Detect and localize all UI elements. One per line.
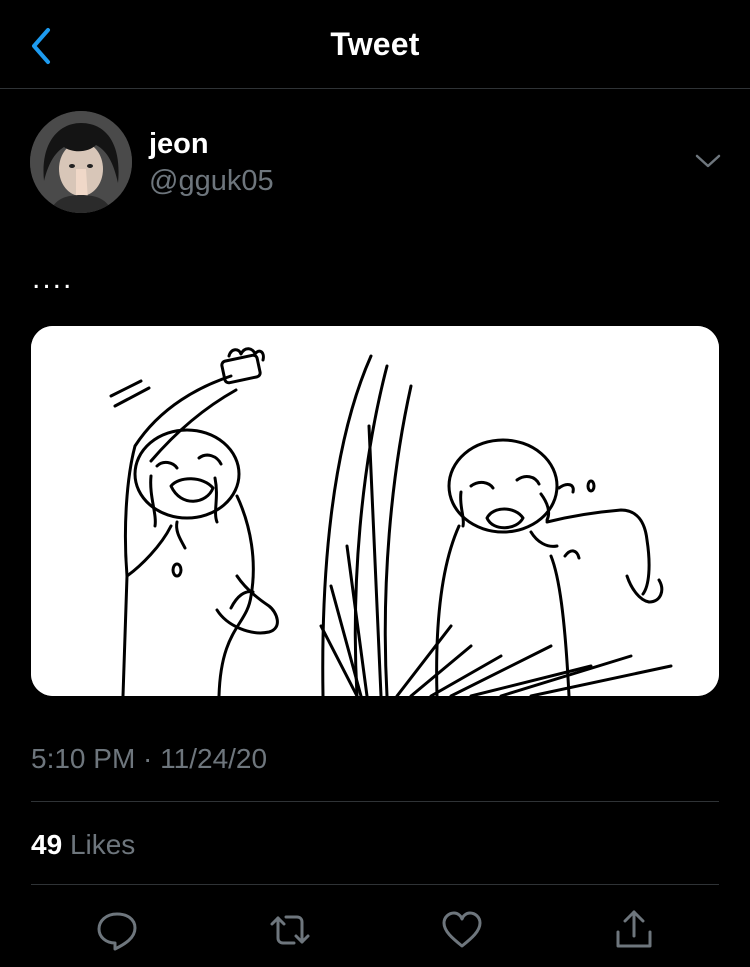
likes-count: 49 <box>31 829 63 860</box>
retweet-icon[interactable] <box>268 908 312 952</box>
reply-icon[interactable] <box>95 908 139 952</box>
nav-bar: Tweet <box>0 0 750 89</box>
chevron-down-icon[interactable] <box>693 150 723 172</box>
tweet-timestamp[interactable]: 5:10 PM · 11/24/20 <box>31 743 267 775</box>
share-icon[interactable] <box>612 908 656 952</box>
cartoon-image <box>31 326 719 696</box>
avatar[interactable] <box>30 111 132 213</box>
tweet-text: .... <box>32 262 74 295</box>
likes-label: Likes <box>69 829 136 860</box>
likes-summary[interactable]: 49 Likes <box>31 829 135 861</box>
author-handle[interactable]: @gguk05 <box>149 165 274 198</box>
author-display-name[interactable]: jeon <box>149 128 209 161</box>
divider <box>31 884 719 885</box>
divider <box>31 801 719 802</box>
avatar-photo <box>30 111 132 213</box>
page-title: Tweet <box>330 26 420 62</box>
heart-icon[interactable] <box>440 908 484 952</box>
tweet-media-image[interactable] <box>31 326 719 696</box>
